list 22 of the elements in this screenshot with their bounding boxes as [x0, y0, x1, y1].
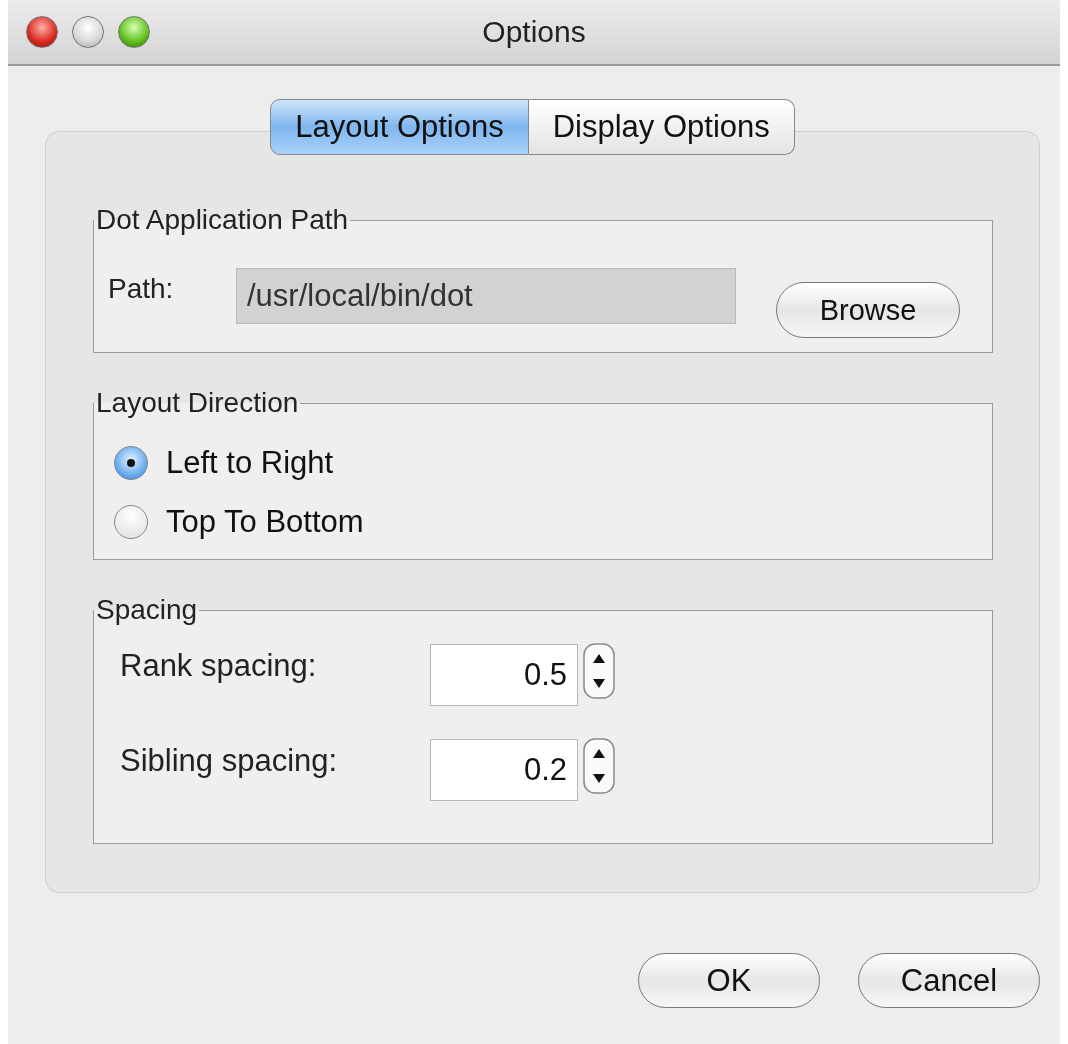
number-field[interactable]: 0.5	[430, 644, 578, 706]
close-icon[interactable]	[26, 16, 58, 48]
path-label: Path:	[108, 273, 175, 305]
group-title: Dot Application Path	[95, 204, 350, 236]
dialog-button[interactable]: OK	[638, 953, 820, 1008]
radio-label[interactable]: Left to Right	[166, 444, 334, 481]
group-title: Layout Direction	[95, 387, 300, 419]
spacing-label: Sibling spacing:	[119, 743, 339, 779]
radio-button[interactable]	[114, 445, 148, 480]
window-title: Options	[482, 15, 586, 49]
tab[interactable]: Layout Options	[270, 99, 529, 155]
group-title: Spacing	[95, 594, 199, 626]
tab[interactable]: Display Options	[528, 99, 795, 155]
spinner-icon[interactable]	[583, 643, 615, 699]
spacing-label: Rank spacing:	[119, 648, 318, 684]
dialog-button[interactable]: Cancel	[858, 953, 1040, 1008]
zoom-icon[interactable]	[118, 16, 150, 48]
radio-label[interactable]: Top To Bottom	[166, 503, 364, 540]
minimize-icon[interactable]	[72, 16, 104, 48]
spinner-icon[interactable]	[583, 738, 615, 794]
number-field[interactable]: 0.2	[430, 739, 578, 801]
radio-button[interactable]	[114, 504, 148, 539]
